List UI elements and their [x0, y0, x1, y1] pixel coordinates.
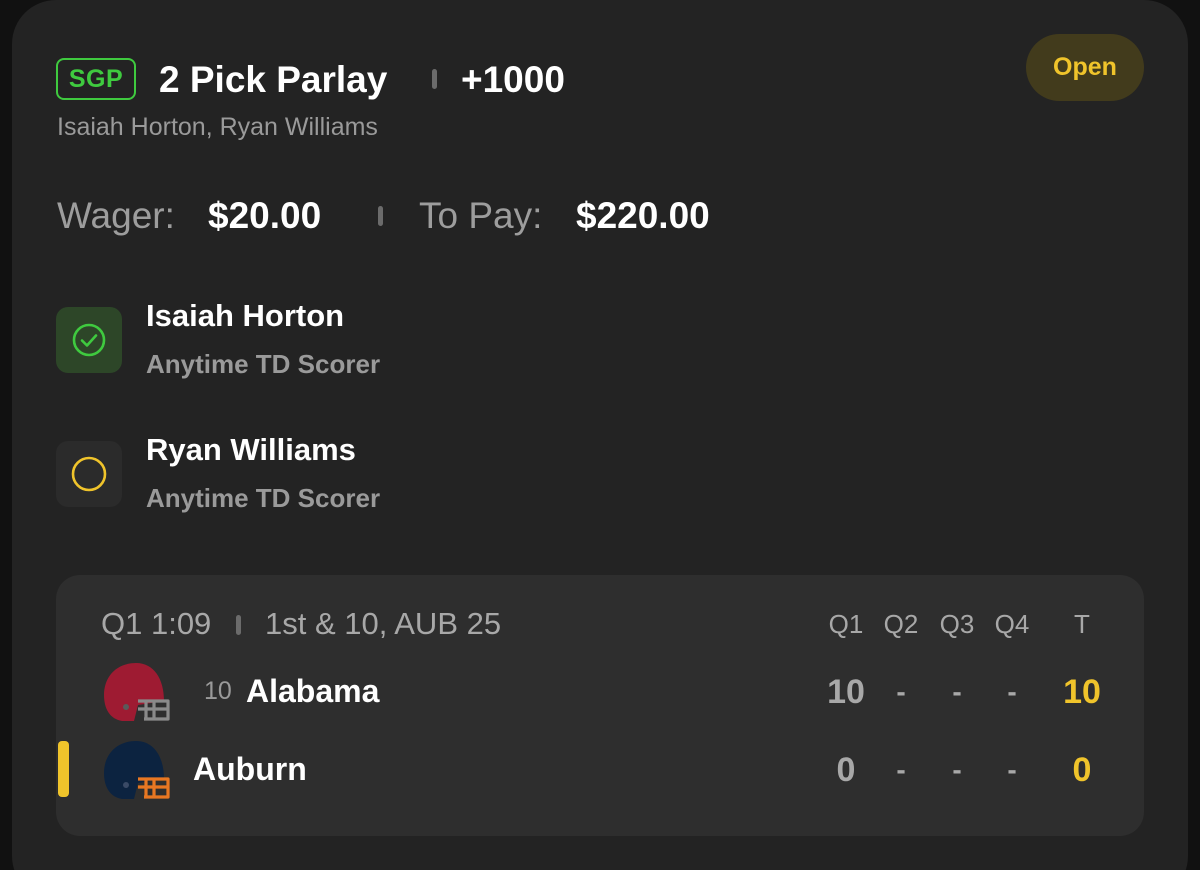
leg-player-name: Ryan Williams: [146, 432, 356, 467]
wager-amount: $20.00: [208, 195, 322, 236]
parlay-odds: +1000: [461, 59, 565, 100]
leg-player-name: Isaiah Horton: [146, 298, 345, 333]
to-pay-amount: $220.00: [576, 195, 710, 236]
score-q3: -: [952, 754, 962, 785]
score-q3: -: [952, 676, 962, 707]
team-logo: [102, 661, 172, 730]
score-q2: -: [896, 754, 906, 785]
possession-indicator: [58, 741, 69, 797]
team-rank: 10: [204, 677, 232, 705]
bet-card[interactable]: SGP 2 Pick Parlay +1000 Open Isaiah Hort…: [12, 0, 1188, 870]
title-separator: [432, 69, 437, 89]
participants-list: Isaiah Horton, Ryan Williams: [57, 113, 378, 141]
score-q1: 0: [836, 751, 856, 789]
column-header-q1: Q1: [828, 609, 864, 639]
leg-status-won: [56, 307, 122, 373]
team-name: Auburn: [193, 751, 307, 787]
live-game-panel[interactable]: Q1 1:09 1st & 10, AUB 25 Q1 Q2 Q3 Q4 T 1…: [56, 575, 1144, 836]
column-header-q4: Q4: [994, 609, 1030, 639]
column-header-q2: Q2: [883, 609, 919, 639]
score-total: 0: [1072, 751, 1092, 789]
to-pay-label: To Pay:: [419, 195, 543, 236]
score-q2: -: [896, 676, 906, 707]
parlay-title: 2 Pick Parlay: [159, 59, 388, 100]
check-circle-icon: [72, 323, 106, 357]
score-q1: 10: [827, 673, 865, 711]
game-clock: Q1 1:09: [101, 606, 212, 641]
score-q4: -: [1007, 676, 1017, 707]
team-name: Alabama: [246, 673, 380, 709]
auburn-helmet-icon: [104, 741, 170, 799]
down-and-distance: 1st & 10, AUB 25: [265, 606, 502, 641]
team-logo: [102, 739, 172, 808]
score-total: 10: [1063, 673, 1101, 711]
leg-market: Anytime TD Scorer: [146, 483, 381, 513]
column-header-total: T: [1074, 609, 1090, 639]
score-q4: -: [1007, 754, 1017, 785]
alabama-helmet-icon: [104, 663, 170, 721]
status-badge: Open: [1026, 34, 1144, 101]
leg-status-pending: [56, 441, 122, 507]
sgp-badge: SGP: [56, 58, 136, 100]
wager-separator: [378, 206, 383, 226]
column-header-q3: Q3: [939, 609, 975, 639]
pending-circle-icon: [71, 456, 107, 492]
game-separator: [236, 615, 241, 635]
wager-label: Wager:: [57, 195, 175, 236]
leg-market: Anytime TD Scorer: [146, 349, 381, 379]
